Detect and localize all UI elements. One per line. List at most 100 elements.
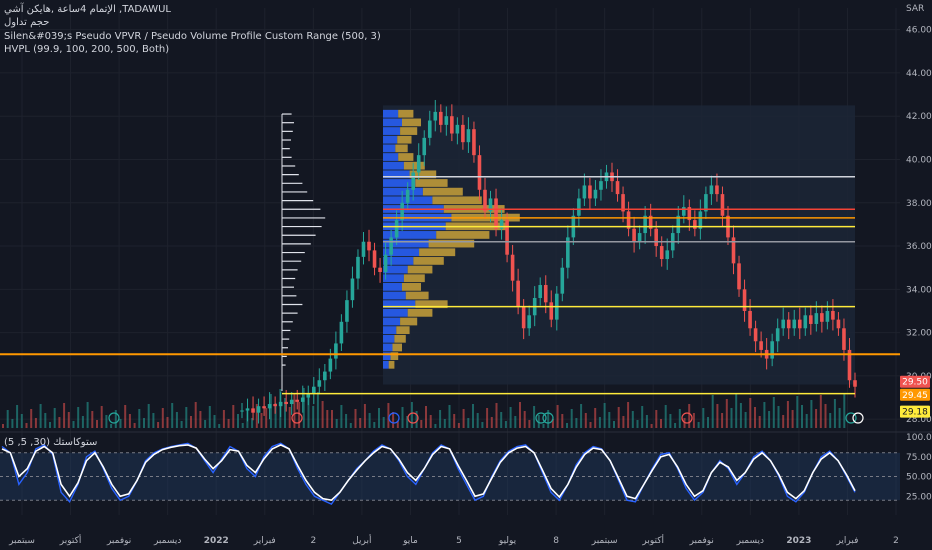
volume-bar	[143, 418, 145, 428]
candle-body	[659, 246, 664, 260]
time-tick-label: يوليو	[498, 536, 517, 546]
volume-bar	[232, 405, 235, 428]
candle-body	[461, 124, 465, 143]
candle-body	[814, 313, 819, 324]
candle-body	[543, 285, 548, 303]
symbol-title[interactable]: الإتمام 4ساعة ,هايكن آشي ,TADAWUL	[4, 4, 171, 16]
price-label-text: 29.45	[902, 391, 928, 401]
volume-bar	[420, 420, 423, 428]
volume-bar	[495, 403, 498, 428]
vp-row-blue	[383, 109, 399, 118]
candle-body	[682, 207, 686, 216]
volume-bar	[843, 394, 846, 428]
volume-bar	[204, 420, 207, 428]
time-tick-label: سبتمبر	[591, 536, 618, 546]
volume-bar	[735, 394, 738, 428]
volume-bar	[425, 406, 427, 428]
volume-bar	[514, 416, 517, 428]
stoch-tick-label: 100.00	[906, 433, 932, 443]
vp-row-blue	[383, 291, 406, 300]
time-tick-label: 2023	[786, 536, 811, 546]
volume-bar	[627, 402, 630, 428]
candle-body	[549, 302, 554, 320]
volume-bar	[175, 412, 178, 428]
vp-row-gold	[436, 231, 490, 239]
volume-bar	[739, 403, 742, 428]
candle-body	[742, 289, 747, 311]
candle-body	[593, 189, 598, 199]
candle-body	[665, 250, 670, 260]
volume-bar	[645, 415, 648, 428]
candle-body	[775, 328, 780, 342]
volume-bar	[105, 415, 108, 428]
candle-body	[825, 310, 830, 322]
volume-bar	[124, 405, 127, 428]
stochastic-label[interactable]: (5 ,5 ,30) ستوكاستك	[4, 437, 97, 448]
volume-indicator-label[interactable]: حجم تداول	[4, 17, 49, 29]
price-labels: 29.50 29.45 29.18	[900, 375, 930, 418]
volume-bar	[96, 420, 98, 428]
volume-bar	[542, 424, 545, 428]
volume-bar	[758, 416, 761, 428]
volume-bar	[462, 409, 465, 428]
candle-body	[466, 129, 471, 143]
candle-body	[505, 220, 509, 255]
volume-bar	[100, 406, 103, 428]
volume-bar	[697, 422, 700, 428]
candle-body	[245, 408, 250, 411]
volume-bar	[363, 404, 366, 428]
vp-row-blue	[383, 308, 408, 317]
vpvr-indicator-label[interactable]: Silen&#039;s Pseudo VPVR / Pseudo Volume…	[4, 31, 381, 43]
volume-bar	[744, 412, 747, 428]
volume-bar	[692, 413, 695, 428]
candle-body	[654, 228, 658, 247]
candle-body	[361, 241, 366, 257]
volume-bar	[190, 416, 192, 428]
volume-bar	[401, 407, 404, 428]
volume-bar	[180, 421, 183, 428]
volume-bar	[213, 415, 216, 428]
currency-label: SAR	[906, 4, 925, 14]
volume-bar	[791, 410, 794, 428]
vp-row-blue	[383, 118, 402, 127]
hvpl-indicator-label[interactable]: HVPL (99.9, 100, 200, 500, Both)	[4, 44, 169, 56]
volume-bar	[345, 414, 348, 428]
volume-bar	[575, 418, 578, 428]
candle-body	[753, 328, 758, 342]
chart-canvas[interactable]: 46.00 44.00 42.00 40.00 38.00 36.00 34.00 32.00…	[0, 0, 932, 550]
candle-body	[439, 111, 443, 125]
volume-bar	[528, 420, 531, 428]
candle-body	[516, 280, 520, 307]
candle-body	[334, 343, 338, 359]
price-tick-label: 32.00	[906, 329, 932, 339]
candle-body	[289, 399, 294, 405]
time-tick-label: أبريل	[352, 534, 371, 546]
vp-row-blue	[383, 274, 404, 283]
candle-body	[339, 321, 344, 344]
volume-bar	[678, 409, 681, 428]
time-tick-label: 8	[553, 536, 559, 546]
volume-bar	[58, 417, 61, 428]
volume-bar	[2, 424, 4, 428]
candle-body	[422, 137, 427, 156]
volume-bar	[157, 422, 160, 428]
volume-bar	[805, 414, 808, 428]
time-tick-label: 2	[893, 536, 899, 546]
time-tick-label: فبراير	[253, 536, 276, 546]
candle-body	[781, 319, 786, 329]
candle-body	[853, 380, 857, 387]
candle-body	[262, 406, 266, 409]
volume-bar	[326, 410, 329, 428]
vp-row-gold	[398, 153, 414, 161]
candle-body	[499, 220, 504, 229]
vp-row-gold	[407, 265, 433, 274]
vp-row-gold	[407, 308, 433, 317]
volume-bar	[382, 417, 385, 428]
vp-row-gold	[405, 291, 429, 300]
vp-row-blue	[383, 317, 401, 326]
candle-body	[842, 328, 846, 350]
volume-bar	[368, 413, 371, 428]
volume-bar	[429, 415, 432, 428]
volume-bar	[354, 409, 357, 428]
time-tick-label: نوفمبر	[106, 536, 131, 546]
